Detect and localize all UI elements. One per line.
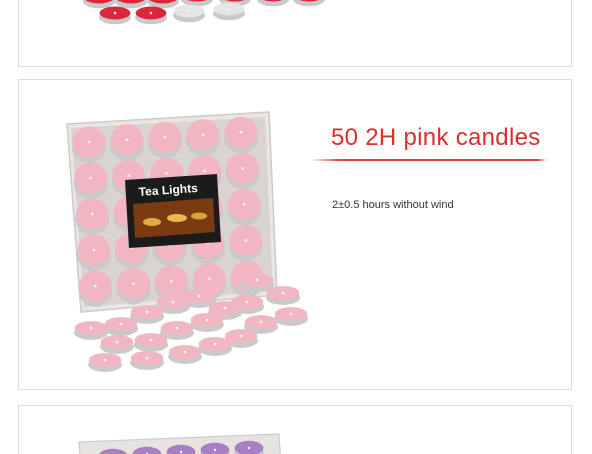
candle-image	[75, 198, 110, 235]
candle-image	[135, 6, 167, 25]
product-detail-page: Tea Lights 50 2H pink candles 2±0.5 hour…	[0, 0, 592, 454]
candle-image	[130, 351, 164, 370]
candle-image	[116, 268, 151, 305]
title-underline	[311, 159, 547, 161]
candle-image	[190, 313, 224, 332]
candle-image	[274, 307, 308, 326]
candle-image	[213, 2, 245, 21]
purple-candles-card	[18, 405, 572, 454]
pink-candles-card: Tea Lights 50 2H pink candles 2±0.5 hour…	[18, 79, 572, 390]
candle-image	[240, 273, 274, 292]
candle-image	[224, 116, 258, 154]
purple-candles-photo	[78, 433, 281, 454]
candle-image	[186, 119, 220, 156]
product-title: 50 2H pink candles	[331, 124, 541, 151]
candle-image	[168, 345, 202, 364]
candle-image	[100, 335, 134, 354]
candle-image	[148, 121, 182, 159]
candle-image	[257, 0, 289, 7]
candle-image	[198, 337, 232, 356]
candle-image	[134, 333, 168, 352]
candle-image	[173, 4, 205, 23]
candle-image	[104, 317, 138, 336]
candle-image	[88, 353, 122, 372]
candle-image	[225, 152, 260, 190]
candle-image	[76, 234, 111, 271]
red-candles-photo	[83, 0, 325, 25]
red-candles-card	[18, 0, 572, 67]
candle-image	[110, 124, 144, 161]
candle-image	[73, 162, 108, 199]
candle-image	[266, 286, 300, 305]
candle-image	[228, 224, 263, 262]
pink-candles-photo: Tea Lights	[66, 111, 308, 372]
candle-image	[72, 126, 106, 163]
box-label: Tea Lights	[125, 174, 221, 248]
candle-image	[78, 270, 113, 307]
burn-time-text: 2±0.5 hours without wind	[332, 199, 454, 211]
candle-image	[74, 321, 108, 340]
candle-image	[99, 6, 131, 25]
candle-image	[293, 0, 325, 7]
candle-image	[227, 188, 262, 226]
